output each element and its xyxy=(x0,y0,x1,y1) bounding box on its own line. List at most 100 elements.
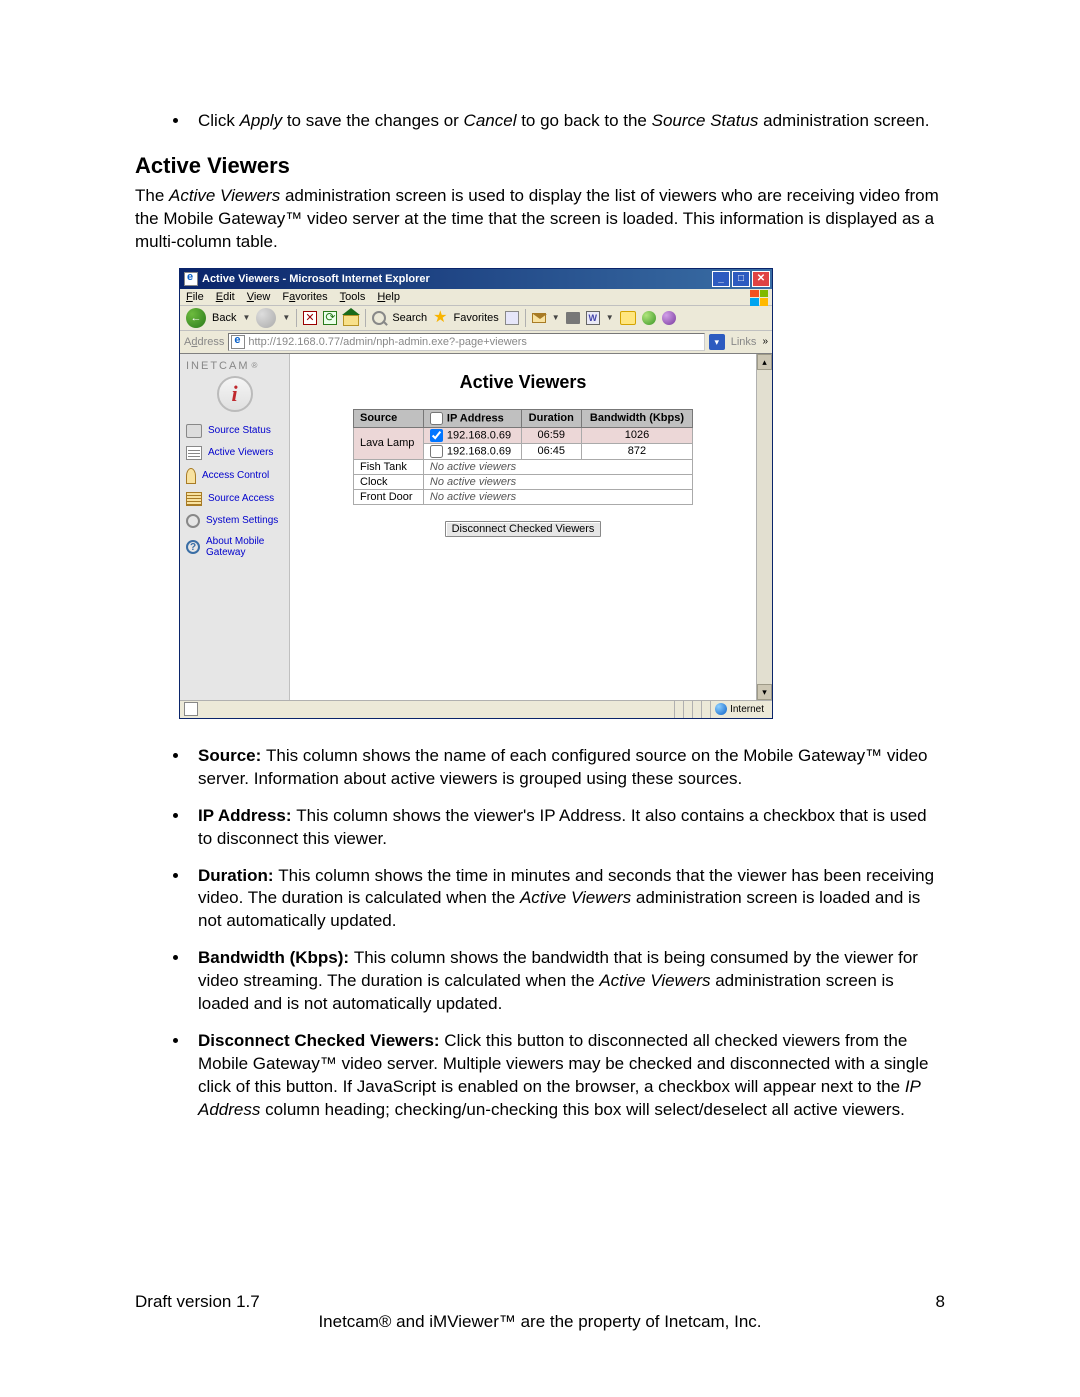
disconnect-button[interactable]: Disconnect Checked Viewers xyxy=(445,521,602,537)
cell-source: Lava Lamp xyxy=(354,427,424,459)
sidebar-item-access-control[interactable]: Access Control xyxy=(186,464,283,488)
cell-bandwidth: 872 xyxy=(581,443,692,459)
italic-term: Active Viewers xyxy=(520,888,631,907)
text: column heading; checking/un-checking thi… xyxy=(260,1100,904,1119)
sidebar-item-system-settings[interactable]: System Settings xyxy=(186,510,283,532)
table-row: Lava Lamp 192.168.0.69 06:59 1026 xyxy=(354,427,693,443)
back-dropdown-icon[interactable]: ▼ xyxy=(242,313,250,322)
edit-word-icon[interactable]: W xyxy=(586,311,600,325)
col-source: Source xyxy=(354,409,424,427)
viewer-checkbox[interactable] xyxy=(430,445,443,458)
sidebar-item-active-viewers[interactable]: Active Viewers xyxy=(186,442,283,464)
intro-paragraph: The Active Viewers administration screen… xyxy=(135,185,945,254)
cell-source: Fish Tank xyxy=(354,459,424,474)
refresh-icon[interactable] xyxy=(323,311,337,325)
screenshot-container: Active Viewers - Microsoft Internet Expl… xyxy=(179,268,773,719)
window-titlebar: Active Viewers - Microsoft Internet Expl… xyxy=(180,269,772,289)
windows-logo-icon xyxy=(750,290,768,306)
cell-no-viewers: No active viewers xyxy=(423,474,692,489)
label: Bandwidth (Kbps): xyxy=(198,948,354,967)
close-button[interactable]: ✕ xyxy=(752,271,770,287)
maximize-button[interactable]: □ xyxy=(732,271,750,287)
cell-ip: 192.168.0.69 xyxy=(423,443,521,459)
cell-source: Front Door xyxy=(354,489,424,504)
select-all-checkbox[interactable] xyxy=(430,412,443,425)
label: IP Address: xyxy=(198,806,296,825)
status-zone: Internet xyxy=(710,701,768,718)
cell-ip: 192.168.0.69 xyxy=(423,427,521,443)
home-icon[interactable] xyxy=(343,310,359,326)
go-button[interactable]: ▾ xyxy=(709,334,725,350)
forward-button[interactable] xyxy=(256,308,276,328)
draft-version: Draft version 1.7 xyxy=(135,1292,260,1312)
search-label[interactable]: Search xyxy=(392,312,427,324)
mail-icon[interactable] xyxy=(532,313,546,323)
favorites-label[interactable]: Favorites xyxy=(454,312,499,324)
menu-tools[interactable]: Tools xyxy=(340,291,366,303)
key-icon xyxy=(186,468,196,484)
main-pane: Active Viewers Source IP Address Duratio… xyxy=(290,354,756,700)
stop-icon[interactable] xyxy=(303,311,317,325)
address-input[interactable]: http://192.168.0.77/admin/nph-admin.exe?… xyxy=(228,333,704,351)
text: This column shows the name of each confi… xyxy=(198,746,928,788)
research-icon[interactable] xyxy=(662,311,676,325)
forward-dropdown-icon[interactable]: ▼ xyxy=(282,313,290,322)
links-chevron-icon[interactable]: » xyxy=(762,336,768,347)
label: Disconnect Checked Viewers: xyxy=(198,1031,444,1050)
search-icon[interactable] xyxy=(372,311,386,325)
active-viewers-table: Source IP Address Duration Bandwidth (Kb… xyxy=(353,409,693,505)
page-title: Active Viewers xyxy=(320,372,726,393)
mail-dropdown-icon[interactable]: ▼ xyxy=(552,313,560,322)
sidebar-item-source-status[interactable]: Source Status xyxy=(186,420,283,442)
cell-duration: 06:59 xyxy=(521,427,581,443)
scroll-down-icon[interactable]: ▾ xyxy=(757,684,772,700)
viewer-checkbox[interactable] xyxy=(430,429,443,442)
cell-duration: 06:45 xyxy=(521,443,581,459)
scroll-up-icon[interactable]: ▴ xyxy=(757,354,772,370)
table-header-row: Source IP Address Duration Bandwidth (Kb… xyxy=(354,409,693,427)
sidebar-item-source-access[interactable]: Source Access xyxy=(186,488,283,510)
cell-no-viewers: No active viewers xyxy=(423,459,692,474)
col-ip: IP Address xyxy=(423,409,521,427)
menubar: File Edit View Favorites Tools Help xyxy=(180,289,772,306)
discuss-icon[interactable] xyxy=(620,311,636,325)
col-duration: Duration xyxy=(521,409,581,427)
table-row: Fish Tank No active viewers xyxy=(354,459,693,474)
menu-edit[interactable]: Edit xyxy=(216,291,235,303)
description-list: Source: This column shows the name of ea… xyxy=(135,745,945,1122)
address-bar: Address http://192.168.0.77/admin/nph-ad… xyxy=(180,331,772,354)
menu-file[interactable]: File xyxy=(186,291,204,303)
globe-icon xyxy=(715,703,727,715)
minimize-button[interactable]: _ xyxy=(712,271,730,287)
status-page-icon xyxy=(184,702,198,716)
back-label[interactable]: Back xyxy=(212,312,236,324)
camera-icon xyxy=(186,424,202,438)
menu-favorites[interactable]: Favorites xyxy=(282,291,327,303)
intro-bullet-list: Click Apply to save the changes or Cance… xyxy=(135,110,945,133)
cell-bandwidth: 1026 xyxy=(581,427,692,443)
page-icon xyxy=(231,335,245,349)
italic-source-status: Source Status xyxy=(652,111,759,130)
text: to go back to the xyxy=(516,111,651,130)
links-label[interactable]: Links xyxy=(729,336,759,348)
label: Duration: xyxy=(198,866,278,885)
page-footer: Draft version 1.7 8 Inetcam® and iMViewe… xyxy=(135,1292,945,1332)
label: Source: xyxy=(198,746,266,765)
italic-cancel: Cancel xyxy=(464,111,517,130)
print-icon[interactable] xyxy=(566,312,580,324)
table-row: Front Door No active viewers xyxy=(354,489,693,504)
media-icon[interactable] xyxy=(505,311,519,325)
vertical-scrollbar[interactable]: ▴ ▾ xyxy=(756,354,772,700)
favorites-icon[interactable]: ★ xyxy=(433,311,447,325)
menu-view[interactable]: View xyxy=(247,291,271,303)
messenger-icon[interactable] xyxy=(642,311,656,325)
italic-apply: Apply xyxy=(240,111,283,130)
status-bar: Internet xyxy=(180,700,772,718)
edit-dropdown-icon[interactable]: ▼ xyxy=(606,313,614,322)
back-button[interactable]: ← xyxy=(186,308,206,328)
section-heading: Active Viewers xyxy=(135,153,945,179)
ie-window: Active Viewers - Microsoft Internet Expl… xyxy=(179,268,773,719)
menu-help[interactable]: Help xyxy=(377,291,400,303)
table-row: Clock No active viewers xyxy=(354,474,693,489)
sidebar-item-about[interactable]: ?About Mobile Gateway xyxy=(186,532,283,562)
